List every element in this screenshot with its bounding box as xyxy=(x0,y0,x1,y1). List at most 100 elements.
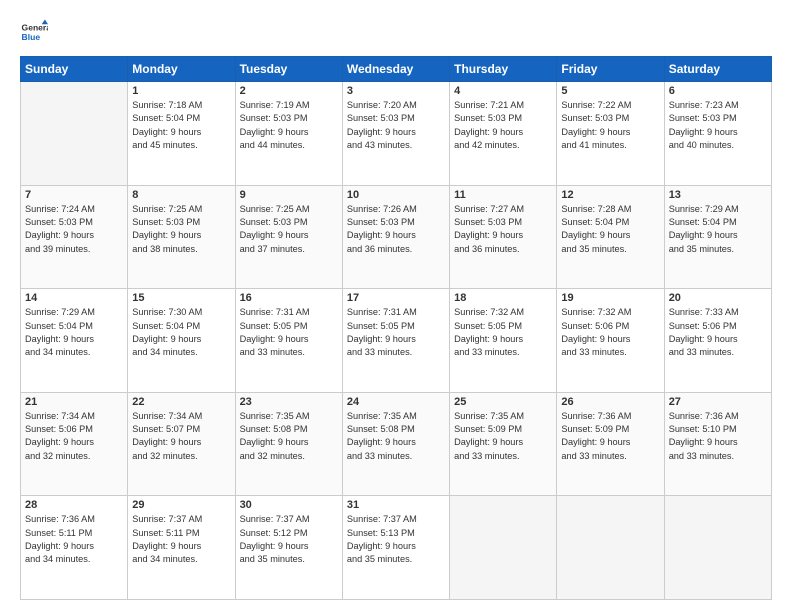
calendar-cell: 11 Sunrise: 7:27 AM Sunset: 5:03 PM Dayli… xyxy=(450,185,557,289)
calendar-week-2: 7 Sunrise: 7:24 AM Sunset: 5:03 PM Daylig… xyxy=(21,185,772,289)
calendar-cell: 27 Sunrise: 7:36 AM Sunset: 5:10 PM Dayli… xyxy=(664,392,771,496)
day-info: Sunrise: 7:25 AM Sunset: 5:03 PM Dayligh… xyxy=(132,203,230,256)
calendar-cell: 31 Sunrise: 7:37 AM Sunset: 5:13 PM Dayli… xyxy=(342,496,449,600)
calendar-cell: 19 Sunrise: 7:32 AM Sunset: 5:06 PM Dayli… xyxy=(557,289,664,393)
day-number: 12 xyxy=(561,189,659,201)
day-number: 9 xyxy=(240,189,338,201)
calendar-cell xyxy=(664,496,771,600)
day-info: Sunrise: 7:36 AM Sunset: 5:11 PM Dayligh… xyxy=(25,513,123,566)
calendar-cell: 8 Sunrise: 7:25 AM Sunset: 5:03 PM Daylig… xyxy=(128,185,235,289)
weekday-header-friday: Friday xyxy=(557,57,664,82)
calendar-cell: 21 Sunrise: 7:34 AM Sunset: 5:06 PM Dayli… xyxy=(21,392,128,496)
day-info: Sunrise: 7:35 AM Sunset: 5:08 PM Dayligh… xyxy=(240,410,338,463)
calendar-cell: 18 Sunrise: 7:32 AM Sunset: 5:05 PM Dayli… xyxy=(450,289,557,393)
calendar-cell: 22 Sunrise: 7:34 AM Sunset: 5:07 PM Dayli… xyxy=(128,392,235,496)
weekday-header-thursday: Thursday xyxy=(450,57,557,82)
calendar-week-5: 28 Sunrise: 7:36 AM Sunset: 5:11 PM Dayli… xyxy=(21,496,772,600)
day-info: Sunrise: 7:36 AM Sunset: 5:10 PM Dayligh… xyxy=(669,410,767,463)
weekday-header-monday: Monday xyxy=(128,57,235,82)
day-info: Sunrise: 7:37 AM Sunset: 5:12 PM Dayligh… xyxy=(240,513,338,566)
calendar-cell: 30 Sunrise: 7:37 AM Sunset: 5:12 PM Dayli… xyxy=(235,496,342,600)
calendar-cell: 4 Sunrise: 7:21 AM Sunset: 5:03 PM Daylig… xyxy=(450,82,557,186)
day-number: 17 xyxy=(347,292,445,304)
day-info: Sunrise: 7:32 AM Sunset: 5:05 PM Dayligh… xyxy=(454,306,552,359)
calendar-cell: 9Sunrise: 7:25 AM Sunset: 5:03 PM Daylig… xyxy=(235,185,342,289)
day-info: Sunrise: 7:37 AM Sunset: 5:13 PM Dayligh… xyxy=(347,513,445,566)
calendar-cell: 20 Sunrise: 7:33 AM Sunset: 5:06 PM Dayli… xyxy=(664,289,771,393)
weekday-header-tuesday: Tuesday xyxy=(235,57,342,82)
day-number: 5 xyxy=(561,85,659,97)
calendar-cell: 16 Sunrise: 7:31 AM Sunset: 5:05 PM Dayli… xyxy=(235,289,342,393)
calendar-cell: 29Sunrise: 7:37 AM Sunset: 5:11 PM Dayli… xyxy=(128,496,235,600)
day-info: Sunrise: 7:29 AM Sunset: 5:04 PM Dayligh… xyxy=(669,203,767,256)
svg-text:Blue: Blue xyxy=(22,32,41,42)
day-number: 27 xyxy=(669,396,767,408)
day-number: 1 xyxy=(132,85,230,97)
calendar-cell: 2Sunrise: 7:19 AM Sunset: 5:03 PM Daylig… xyxy=(235,82,342,186)
calendar-cell: 6Sunrise: 7:23 AM Sunset: 5:03 PM Daylig… xyxy=(664,82,771,186)
day-info: Sunrise: 7:31 AM Sunset: 5:05 PM Dayligh… xyxy=(240,306,338,359)
calendar-cell xyxy=(557,496,664,600)
day-info: Sunrise: 7:18 AM Sunset: 5:04 PM Dayligh… xyxy=(132,99,230,152)
day-number: 2 xyxy=(240,85,338,97)
calendar-week-1: 1 Sunrise: 7:18 AM Sunset: 5:04 PM Daylig… xyxy=(21,82,772,186)
day-number: 25 xyxy=(454,396,552,408)
day-info: Sunrise: 7:33 AM Sunset: 5:06 PM Dayligh… xyxy=(669,306,767,359)
day-info: Sunrise: 7:22 AM Sunset: 5:03 PM Dayligh… xyxy=(561,99,659,152)
day-number: 15 xyxy=(132,292,230,304)
day-number: 22 xyxy=(132,396,230,408)
day-number: 23 xyxy=(240,396,338,408)
day-info: Sunrise: 7:29 AM Sunset: 5:04 PM Dayligh… xyxy=(25,306,123,359)
calendar-week-3: 14 Sunrise: 7:29 AM Sunset: 5:04 PM Dayli… xyxy=(21,289,772,393)
calendar-week-4: 21 Sunrise: 7:34 AM Sunset: 5:06 PM Dayli… xyxy=(21,392,772,496)
day-number: 13 xyxy=(669,189,767,201)
day-number: 20 xyxy=(669,292,767,304)
day-info: Sunrise: 7:35 AM Sunset: 5:09 PM Dayligh… xyxy=(454,410,552,463)
header: General Blue xyxy=(20,18,772,46)
day-info: Sunrise: 7:24 AM Sunset: 5:03 PM Dayligh… xyxy=(25,203,123,256)
day-number: 11 xyxy=(454,189,552,201)
weekday-header-sunday: Sunday xyxy=(21,57,128,82)
calendar-cell: 26 Sunrise: 7:36 AM Sunset: 5:09 PM Dayli… xyxy=(557,392,664,496)
day-number: 14 xyxy=(25,292,123,304)
day-number: 26 xyxy=(561,396,659,408)
day-number: 21 xyxy=(25,396,123,408)
calendar-cell: 24 Sunrise: 7:35 AM Sunset: 5:08 PM Dayli… xyxy=(342,392,449,496)
calendar-cell: 17Sunrise: 7:31 AM Sunset: 5:05 PM Dayli… xyxy=(342,289,449,393)
day-number: 4 xyxy=(454,85,552,97)
day-info: Sunrise: 7:21 AM Sunset: 5:03 PM Dayligh… xyxy=(454,99,552,152)
calendar-header-row: SundayMondayTuesdayWednesdayThursdayFrid… xyxy=(21,57,772,82)
day-number: 30 xyxy=(240,499,338,511)
day-number: 28 xyxy=(25,499,123,511)
calendar-cell: 12 Sunrise: 7:28 AM Sunset: 5:04 PM Dayli… xyxy=(557,185,664,289)
calendar-cell xyxy=(21,82,128,186)
day-info: Sunrise: 7:36 AM Sunset: 5:09 PM Dayligh… xyxy=(561,410,659,463)
page: General Blue SundayMondayTuesdayWednesda… xyxy=(0,0,792,612)
day-number: 24 xyxy=(347,396,445,408)
logo: General Blue xyxy=(20,18,54,46)
logo-icon: General Blue xyxy=(20,18,48,46)
day-info: Sunrise: 7:35 AM Sunset: 5:08 PM Dayligh… xyxy=(347,410,445,463)
day-info: Sunrise: 7:34 AM Sunset: 5:07 PM Dayligh… xyxy=(132,410,230,463)
day-number: 3 xyxy=(347,85,445,97)
calendar-cell: 5 Sunrise: 7:22 AM Sunset: 5:03 PM Daylig… xyxy=(557,82,664,186)
day-number: 31 xyxy=(347,499,445,511)
calendar-cell: 13 Sunrise: 7:29 AM Sunset: 5:04 PM Dayli… xyxy=(664,185,771,289)
day-info: Sunrise: 7:32 AM Sunset: 5:06 PM Dayligh… xyxy=(561,306,659,359)
calendar-cell: 10Sunrise: 7:26 AM Sunset: 5:03 PM Dayli… xyxy=(342,185,449,289)
day-info: Sunrise: 7:34 AM Sunset: 5:06 PM Dayligh… xyxy=(25,410,123,463)
day-number: 19 xyxy=(561,292,659,304)
day-info: Sunrise: 7:27 AM Sunset: 5:03 PM Dayligh… xyxy=(454,203,552,256)
day-number: 8 xyxy=(132,189,230,201)
day-info: Sunrise: 7:28 AM Sunset: 5:04 PM Dayligh… xyxy=(561,203,659,256)
day-number: 18 xyxy=(454,292,552,304)
calendar-cell: 15Sunrise: 7:30 AM Sunset: 5:04 PM Dayli… xyxy=(128,289,235,393)
calendar-cell: 28 Sunrise: 7:36 AM Sunset: 5:11 PM Dayli… xyxy=(21,496,128,600)
day-number: 7 xyxy=(25,189,123,201)
day-number: 16 xyxy=(240,292,338,304)
day-number: 10 xyxy=(347,189,445,201)
calendar-cell xyxy=(450,496,557,600)
calendar-cell: 7 Sunrise: 7:24 AM Sunset: 5:03 PM Daylig… xyxy=(21,185,128,289)
weekday-header-saturday: Saturday xyxy=(664,57,771,82)
calendar-cell: 23 Sunrise: 7:35 AM Sunset: 5:08 PM Dayli… xyxy=(235,392,342,496)
